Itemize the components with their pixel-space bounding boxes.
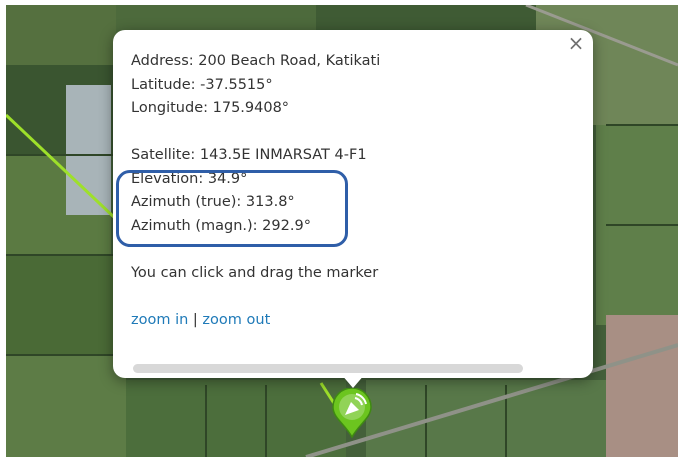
zoom-separator: | [188, 311, 203, 328]
annotation-highlight-box [116, 170, 348, 247]
horizontal-scrollbar[interactable] [133, 364, 523, 373]
zoom-out-link[interactable]: zoom out [202, 312, 270, 328]
satellite-text: Satellite: 143.5E INMARSAT 4-F1 [131, 147, 367, 163]
address-text: Address: 200 Beach Road, Katikati [131, 53, 381, 69]
drag-hint-text: You can click and drag the marker [131, 264, 379, 281]
longitude-text: Longitude: 175.9408° [131, 100, 290, 116]
latitude-text: Latitude: -37.5515° [131, 76, 273, 93]
zoom-links: zoom in | zoom out [131, 309, 571, 333]
zoom-in-link[interactable]: zoom in [131, 312, 188, 328]
popup-tip [341, 374, 365, 388]
satellite-dish-marker-icon[interactable] [331, 387, 373, 442]
